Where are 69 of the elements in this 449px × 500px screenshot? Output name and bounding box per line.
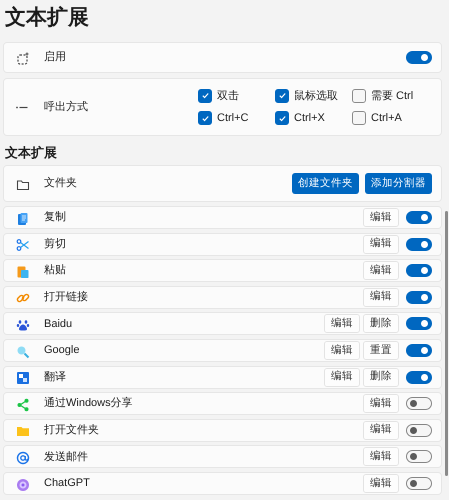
action-button[interactable]: 编辑 bbox=[363, 420, 399, 440]
clipboard-icon bbox=[16, 264, 30, 279]
checkbox[interactable]: 需要 Ctrl bbox=[352, 88, 422, 104]
selection-icon bbox=[16, 52, 30, 66]
toggle-switch[interactable] bbox=[406, 476, 432, 490]
toggle-switch[interactable] bbox=[406, 424, 432, 437]
item-label: 发送邮件 bbox=[44, 450, 89, 465]
item-label: 通过Windows分享 bbox=[44, 396, 134, 412]
item-label: 复制 bbox=[44, 210, 67, 226]
toggle-switch[interactable] bbox=[406, 450, 432, 464]
action-button[interactable]: 编辑 bbox=[324, 314, 360, 334]
flower-icon bbox=[16, 478, 30, 492]
toggle-switch[interactable] bbox=[406, 370, 432, 384]
item-label: 剪切 bbox=[44, 236, 67, 252]
action-button[interactable]: 编辑 bbox=[363, 447, 399, 466]
checkmark-icon bbox=[200, 91, 210, 100]
item-label: Baidu bbox=[44, 316, 74, 332]
action-button[interactable]: 编辑 bbox=[363, 208, 399, 227]
checkmark-icon bbox=[200, 114, 210, 123]
share-icon bbox=[16, 398, 30, 412]
action-button[interactable]: 重置 bbox=[363, 340, 399, 360]
document-icon bbox=[16, 212, 30, 226]
checkbox[interactable]: Ctrl+X bbox=[275, 110, 352, 126]
page-title: 文本扩展 bbox=[5, 4, 90, 31]
action-button[interactable]: 删除 bbox=[363, 368, 399, 387]
folder-icon bbox=[16, 178, 30, 192]
checkbox[interactable]: 鼠标选取 bbox=[275, 88, 352, 104]
action-button[interactable]: 编辑 bbox=[324, 368, 360, 387]
action-button[interactable]: 编辑 bbox=[363, 288, 399, 307]
checkbox[interactable]: Ctrl+C bbox=[198, 110, 275, 126]
checkbox[interactable]: Ctrl+A bbox=[352, 110, 422, 126]
action-button[interactable]: 添加分割器 bbox=[365, 173, 432, 194]
setting-label: 呼出方式 bbox=[44, 100, 89, 115]
toggle-switch[interactable] bbox=[406, 397, 432, 410]
action-button[interactable]: 编辑 bbox=[363, 474, 399, 493]
toggle-switch[interactable] bbox=[406, 51, 432, 64]
paw-icon bbox=[16, 318, 30, 332]
action-button[interactable]: 编辑 bbox=[363, 394, 399, 414]
translate-icon bbox=[16, 371, 30, 386]
action-button[interactable]: 删除 bbox=[363, 314, 399, 334]
toggle-switch[interactable] bbox=[406, 344, 432, 357]
item-label: 打开文件夹 bbox=[44, 422, 100, 438]
magnifier-icon bbox=[16, 344, 30, 359]
at-sign-icon bbox=[16, 450, 30, 465]
scrollbar[interactable] bbox=[445, 211, 448, 476]
item-label: 打开链接 bbox=[44, 290, 89, 306]
checkbox[interactable]: 双击 bbox=[198, 88, 275, 104]
item-label: Google bbox=[44, 343, 80, 358]
item-label: 翻译 bbox=[44, 370, 67, 385]
toggle-switch[interactable] bbox=[406, 290, 432, 304]
item-label: 粘贴 bbox=[44, 263, 67, 278]
toggle-switch[interactable] bbox=[406, 317, 432, 330]
action-button[interactable]: 创建文件夹 bbox=[292, 173, 359, 194]
section-heading: 文本扩展 bbox=[5, 144, 58, 162]
link-icon bbox=[16, 291, 30, 306]
item-label: ChatGPT bbox=[44, 476, 91, 492]
action-button[interactable]: 编辑 bbox=[363, 261, 399, 280]
toggle-switch[interactable] bbox=[406, 211, 432, 224]
action-button[interactable]: 编辑 bbox=[324, 340, 360, 360]
checkmark-icon bbox=[278, 91, 286, 100]
checkmark-icon bbox=[278, 114, 286, 123]
action-button[interactable]: 编辑 bbox=[363, 234, 399, 254]
toggle-switch[interactable] bbox=[406, 264, 432, 278]
dash-icon bbox=[16, 106, 28, 108]
setting-label: 启用 bbox=[44, 50, 67, 66]
toggle-switch[interactable] bbox=[406, 238, 432, 251]
folder-icon bbox=[16, 424, 30, 438]
scissors-icon bbox=[16, 238, 30, 252]
setting-label: 文件夹 bbox=[44, 176, 78, 192]
